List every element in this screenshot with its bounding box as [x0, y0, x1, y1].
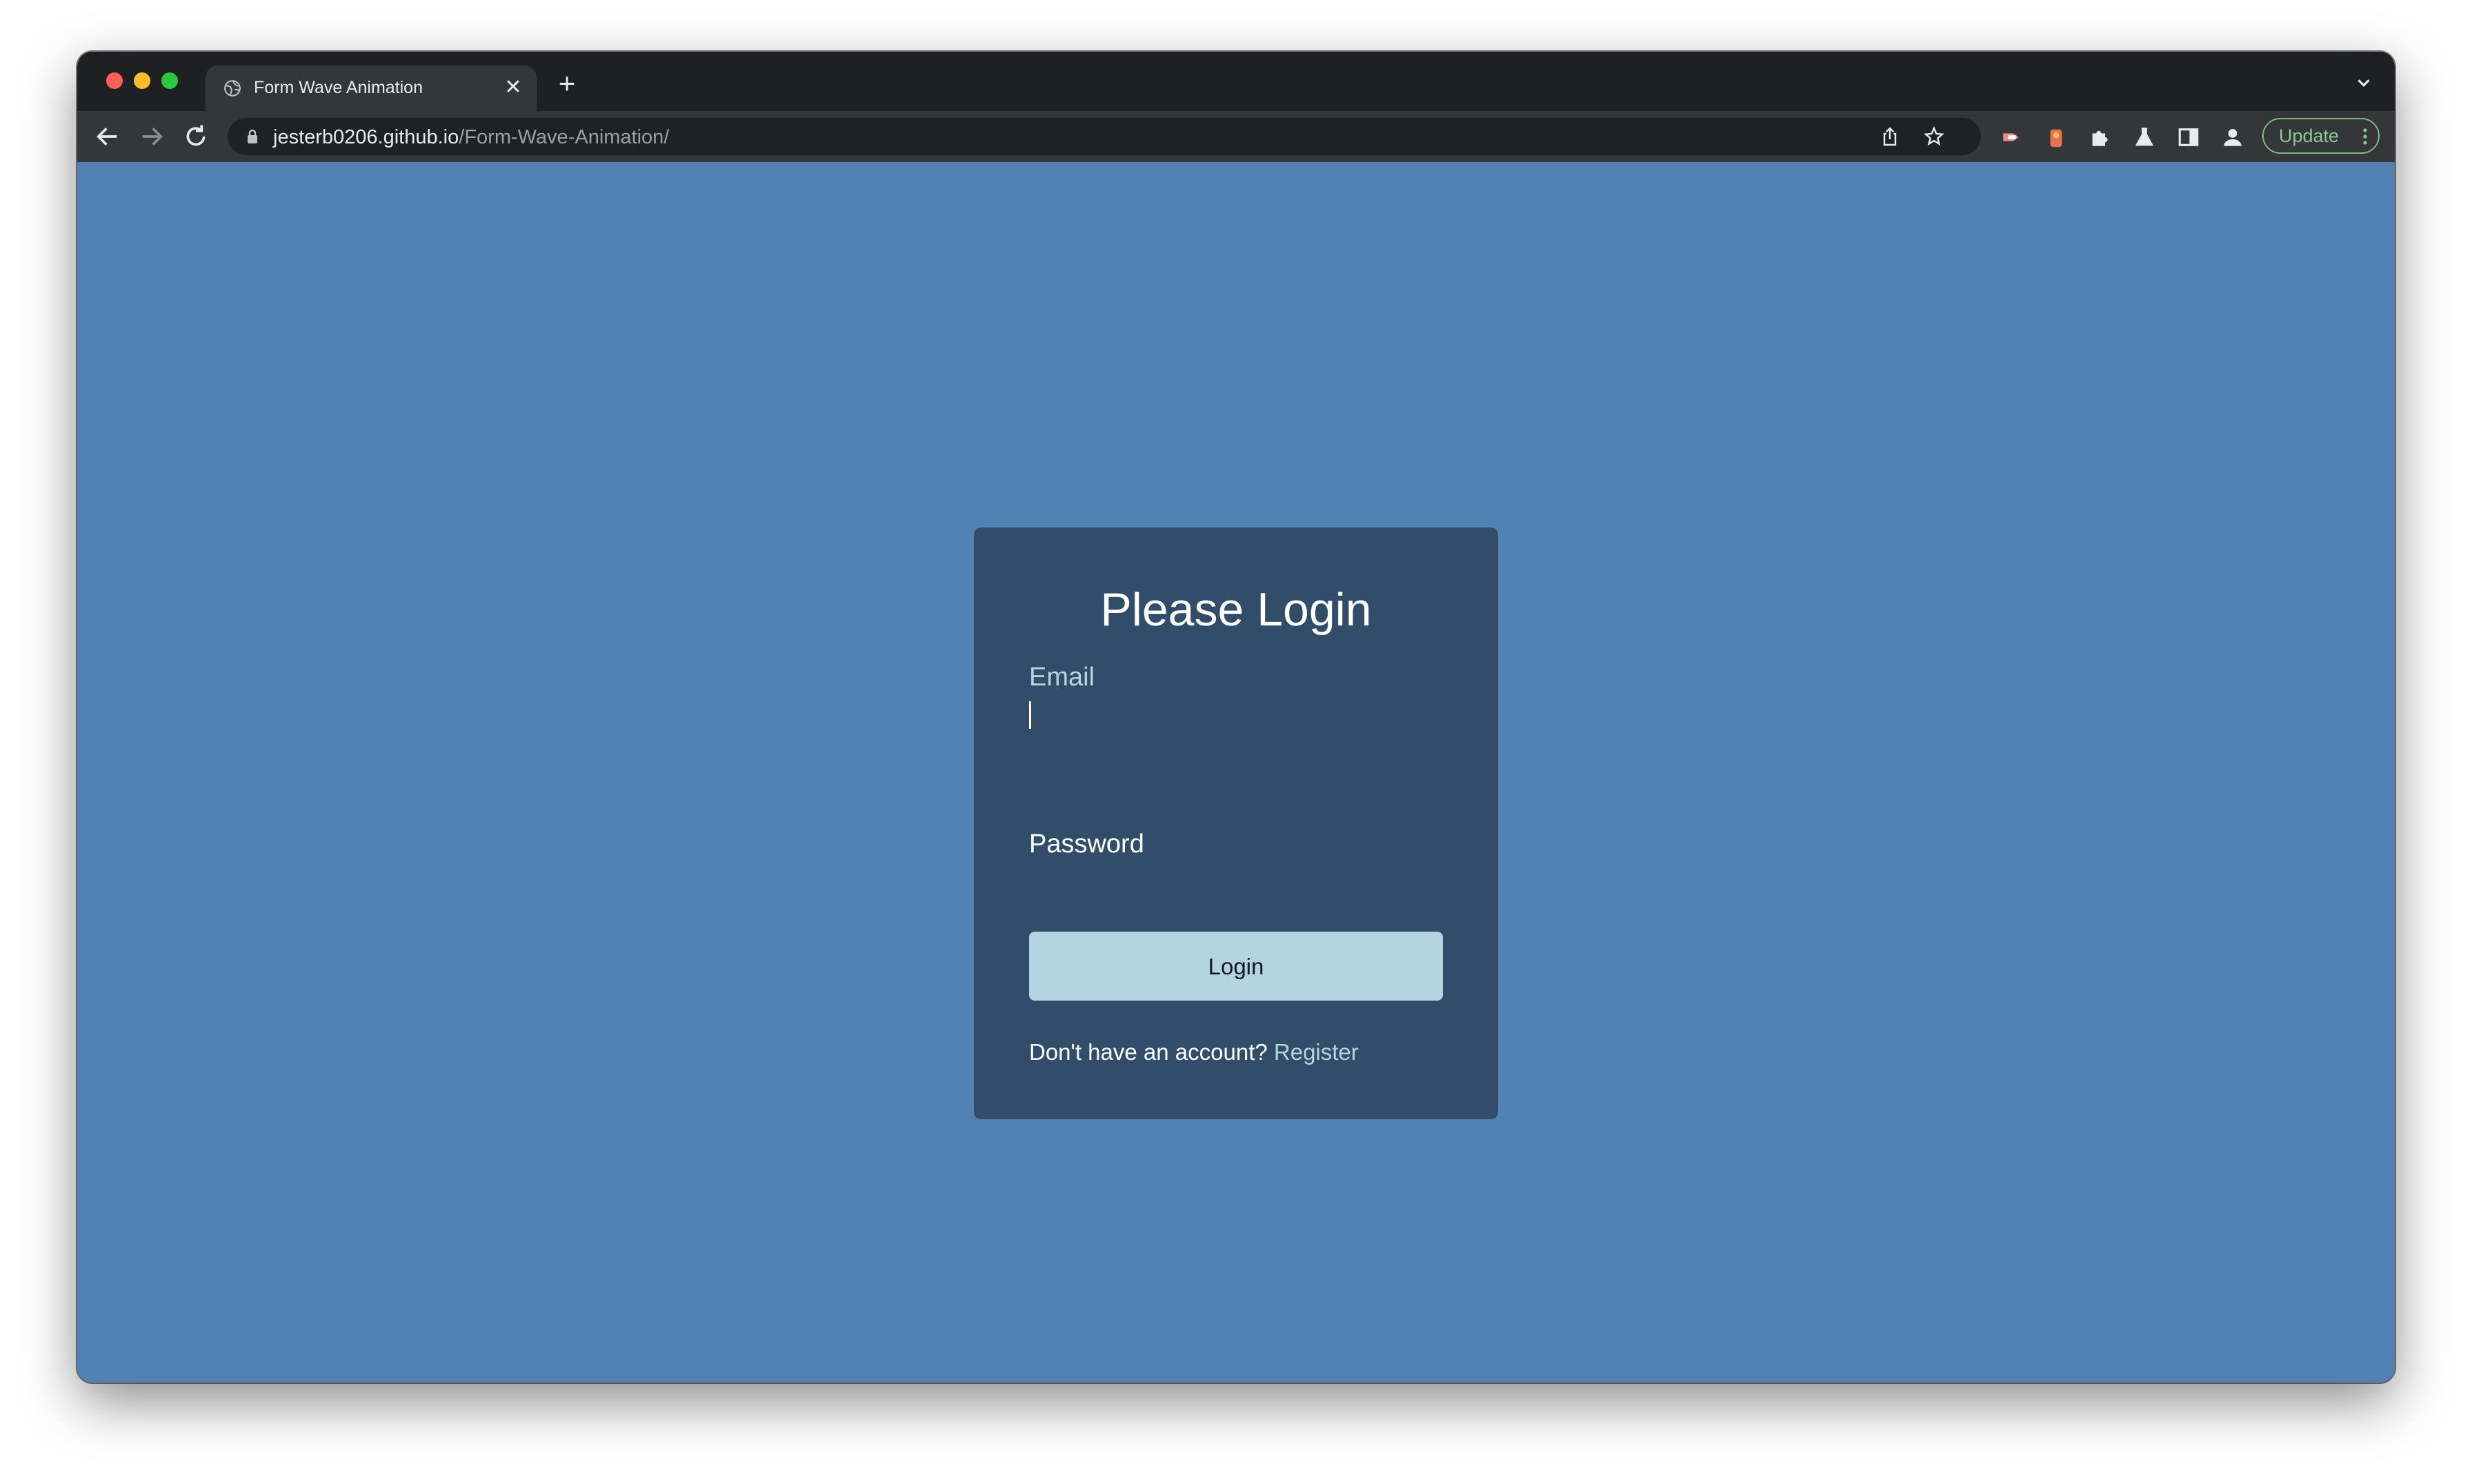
update-label: Update: [2279, 126, 2340, 146]
forward-arrow-icon[interactable]: [138, 123, 166, 150]
plus-icon[interactable]: +: [553, 69, 581, 98]
login-button[interactable]: Login: [1029, 932, 1443, 1001]
password-field-group: Password: [1029, 830, 1446, 926]
register-link[interactable]: Register: [1274, 1039, 1359, 1065]
page-content: Please Login Email Password Login Don't …: [77, 162, 2395, 1383]
share-icon[interactable]: [1879, 126, 1901, 148]
star-icon[interactable]: [1923, 126, 1945, 148]
login-card: Please Login Email Password Login Don't …: [974, 528, 1498, 1119]
browser-window: Form Wave Animation ✕ + jesterb0206.gith…: [77, 52, 2395, 1383]
text-caret: [1029, 701, 1031, 729]
chevron-down-icon[interactable]: [2353, 72, 2374, 93]
tab-active[interactable]: Form Wave Animation ✕: [206, 66, 537, 111]
page-title: Please Login: [1100, 583, 1372, 636]
url-text: jesterb0206.github.io/Form-Wave-Animatio…: [273, 126, 669, 149]
labs-icon[interactable]: [2133, 126, 2156, 149]
password-label: Password: [1029, 830, 1144, 859]
close-window-button[interactable]: [106, 72, 123, 89]
email-field-group: Email: [1029, 663, 1446, 759]
address-bar[interactable]: jesterb0206.github.io/Form-Wave-Animatio…: [228, 118, 1981, 155]
more-vert-icon[interactable]: [2363, 128, 2367, 146]
lock-icon[interactable]: [246, 128, 259, 145]
email-label: Email: [1029, 663, 1095, 692]
url-host: jesterb0206.github.io: [273, 126, 459, 148]
url-path: /Form-Wave-Animation/: [459, 126, 670, 148]
login-button-label: Login: [1208, 954, 1264, 979]
puzzle-icon[interactable]: [2089, 126, 2112, 149]
back-arrow-icon[interactable]: [94, 123, 121, 150]
register-prompt-text: Don't have an account?: [1029, 1039, 1268, 1065]
browser-toolbar: jesterb0206.github.io/Form-Wave-Animatio…: [77, 111, 2395, 163]
globe-icon: [224, 80, 241, 97]
update-button[interactable]: Update: [2262, 118, 2380, 154]
minimize-window-button[interactable]: [134, 72, 150, 89]
extension-icon-2[interactable]: [2044, 126, 2068, 149]
reload-icon[interactable]: [182, 123, 210, 150]
zoom-window-button[interactable]: [161, 72, 178, 89]
side-panel-icon[interactable]: [2177, 126, 2200, 149]
password-field[interactable]: [1029, 861, 1446, 911]
extension-icon-1[interactable]: [2000, 126, 2024, 149]
profile-icon[interactable]: [2221, 126, 2244, 149]
tab-title: Form Wave Animation: [254, 78, 423, 97]
email-field[interactable]: [1029, 694, 1446, 744]
register-prompt: Don't have an account? Register: [1029, 1039, 1359, 1065]
close-icon[interactable]: ✕: [501, 75, 526, 100]
tab-strip: Form Wave Animation ✕ +: [77, 52, 2395, 111]
